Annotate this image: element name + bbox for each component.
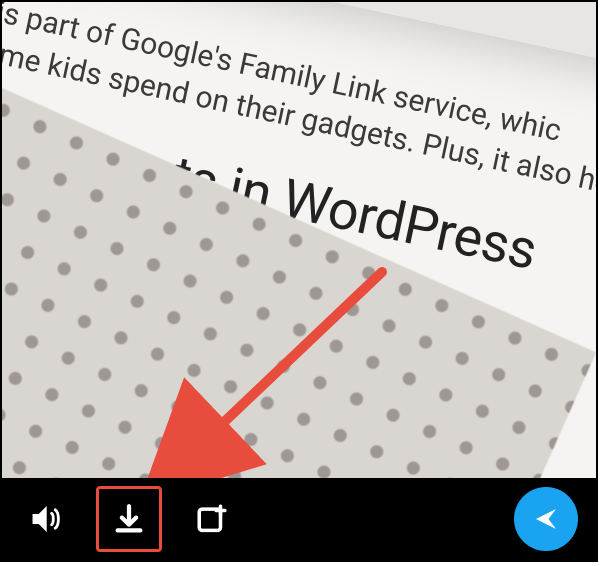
download-button[interactable] [103, 493, 155, 545]
capture-toolbar [2, 478, 596, 560]
send-button[interactable] [514, 487, 578, 551]
download-icon [112, 502, 146, 536]
article-card: Time is part of Google's Family Link ser… [2, 2, 596, 482]
send-icon [531, 504, 561, 534]
add-clip-icon [195, 502, 229, 536]
sound-toggle-button[interactable] [20, 493, 72, 545]
volume-icon [29, 502, 63, 536]
phone-screenshot-frame: Time is part of Google's Family Link ser… [0, 0, 598, 562]
add-clip-button[interactable] [186, 493, 238, 545]
download-button-highlight [96, 486, 162, 552]
captured-photo-preview: Time is part of Google's Family Link ser… [2, 2, 596, 482]
